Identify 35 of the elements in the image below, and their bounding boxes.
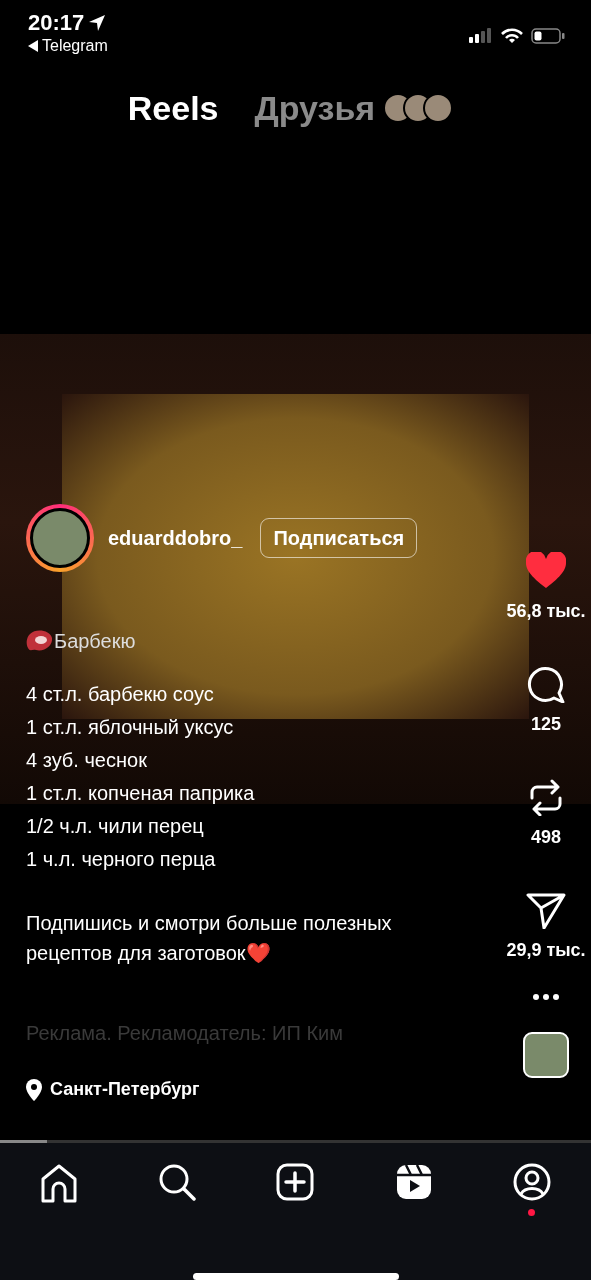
back-app-link[interactable]: Telegram [42,36,108,56]
home-icon[interactable] [40,1163,79,1203]
ad-notice: Реклама. Рекламодатель: ИП Ким [26,1021,344,1047]
action-count: 125 [530,713,561,737]
battery-icon [531,28,565,44]
action-count: 498 [530,826,561,850]
feed-tab[interactable]: Reels [127,87,219,128]
hashtag-label[interactable]: Барбекю [54,626,136,657]
username[interactable]: eduarddobro_ [108,523,243,554]
ingredient-line: 1 ст.л. яблочный уксус [26,715,235,741]
ingredient-line: 1 ст.л. копченая паприка [26,781,256,807]
ingredient-line: 1 ч.л. черного перца [26,847,217,873]
ingredient-line: 4 ст.л. барбекю соус [26,682,215,708]
action-count: 29,9 тыс. [506,939,586,963]
follow-button[interactable]: Подписаться [260,518,418,559]
comment-icon[interactable] [526,665,566,704]
ingredient-line: 1/2 ч.л. чили перец [26,814,205,840]
clock-time: 20:17 [28,10,85,36]
more-icon[interactable] [533,994,559,1001]
feed-tab[interactable]: Друзья [254,87,376,128]
heart-icon[interactable] [526,552,566,591]
location-arrow-icon [88,14,107,32]
signal-icon [469,28,493,44]
back-triangle-icon[interactable] [28,40,38,52]
action-count: 56,8 тыс. [506,600,586,624]
search-icon[interactable] [158,1163,197,1203]
audio-thumbnail[interactable] [523,1032,569,1079]
ingredient-line: 4 зуб. чеснок [26,748,148,774]
location-link[interactable]: Санкт-Петербург [50,1076,200,1104]
plus-square-icon[interactable] [276,1163,315,1203]
wifi-icon [501,28,523,44]
profile-icon[interactable] [512,1163,551,1203]
location-pin-icon [26,1078,42,1101]
send-icon[interactable] [526,891,566,930]
caption-text: Подпишись и смотри больше полезных рецептов для заготовок❤ [26,911,393,967]
